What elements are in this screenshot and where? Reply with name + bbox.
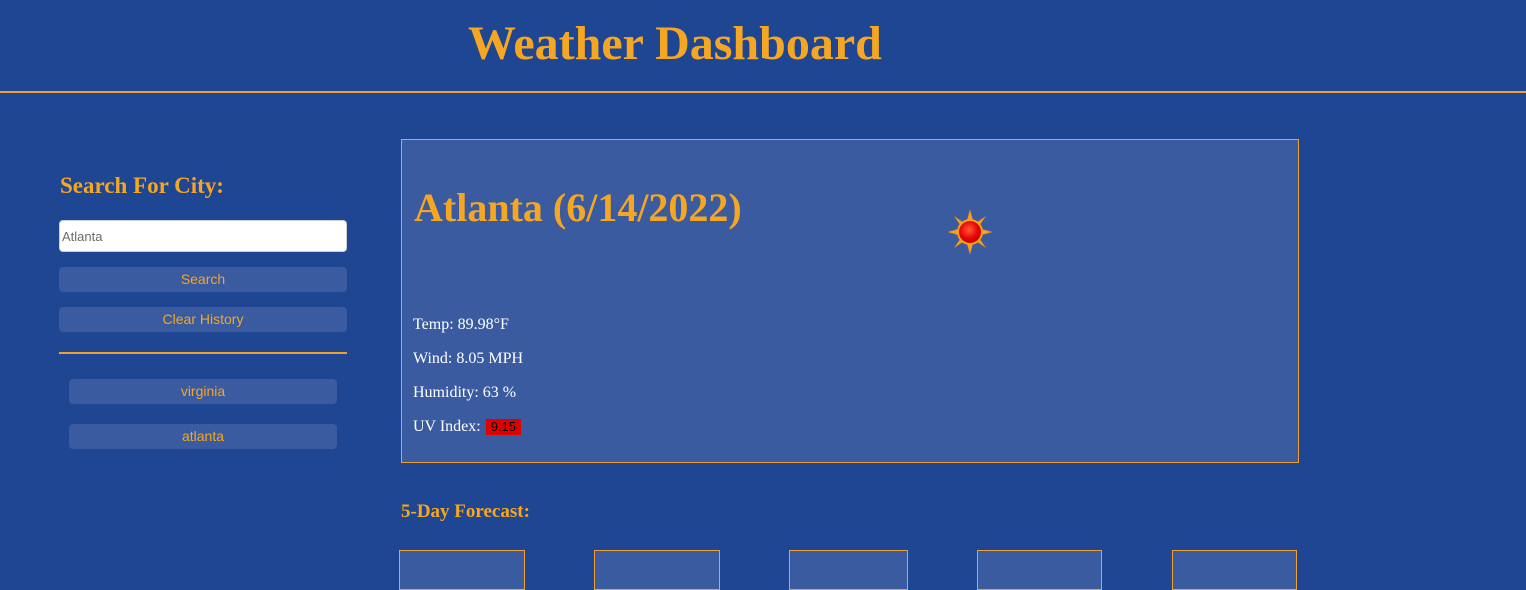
sun-icon <box>947 209 993 255</box>
forecast-title: 5-Day Forecast: <box>401 501 530 522</box>
humidity-text: Humidity: 63 % <box>413 384 517 401</box>
city-search-input[interactable] <box>59 220 347 252</box>
uv-index-label: UV Index: <box>413 418 485 435</box>
history-item-atlanta[interactable]: atlanta <box>69 424 337 449</box>
uv-index-badge: 9.15 <box>485 419 522 435</box>
temperature-text: Temp: 89.98°F <box>413 316 509 333</box>
current-weather-panel: Atlanta (6/14/2022) Temp: 89.98°F Wind: … <box>401 139 1299 463</box>
sidebar-divider <box>59 352 347 354</box>
history-item-virginia[interactable]: virginia <box>69 379 337 404</box>
clear-history-button[interactable]: Clear History <box>59 307 347 332</box>
wind-text: Wind: 8.05 MPH <box>413 350 524 367</box>
forecast-card <box>1172 550 1297 590</box>
city-heading: Atlanta (6/14/2022) <box>414 185 742 230</box>
forecast-card <box>977 550 1102 590</box>
search-button[interactable]: Search <box>59 267 347 292</box>
page-title: Weather Dashboard <box>468 17 882 70</box>
search-title: Search For City: <box>60 173 224 198</box>
uv-index-row: UV Index: 9.15 <box>413 417 522 437</box>
forecast-card <box>789 550 908 590</box>
forecast-card <box>594 550 720 590</box>
page-header: Weather Dashboard <box>0 0 1526 93</box>
forecast-card <box>399 550 525 590</box>
